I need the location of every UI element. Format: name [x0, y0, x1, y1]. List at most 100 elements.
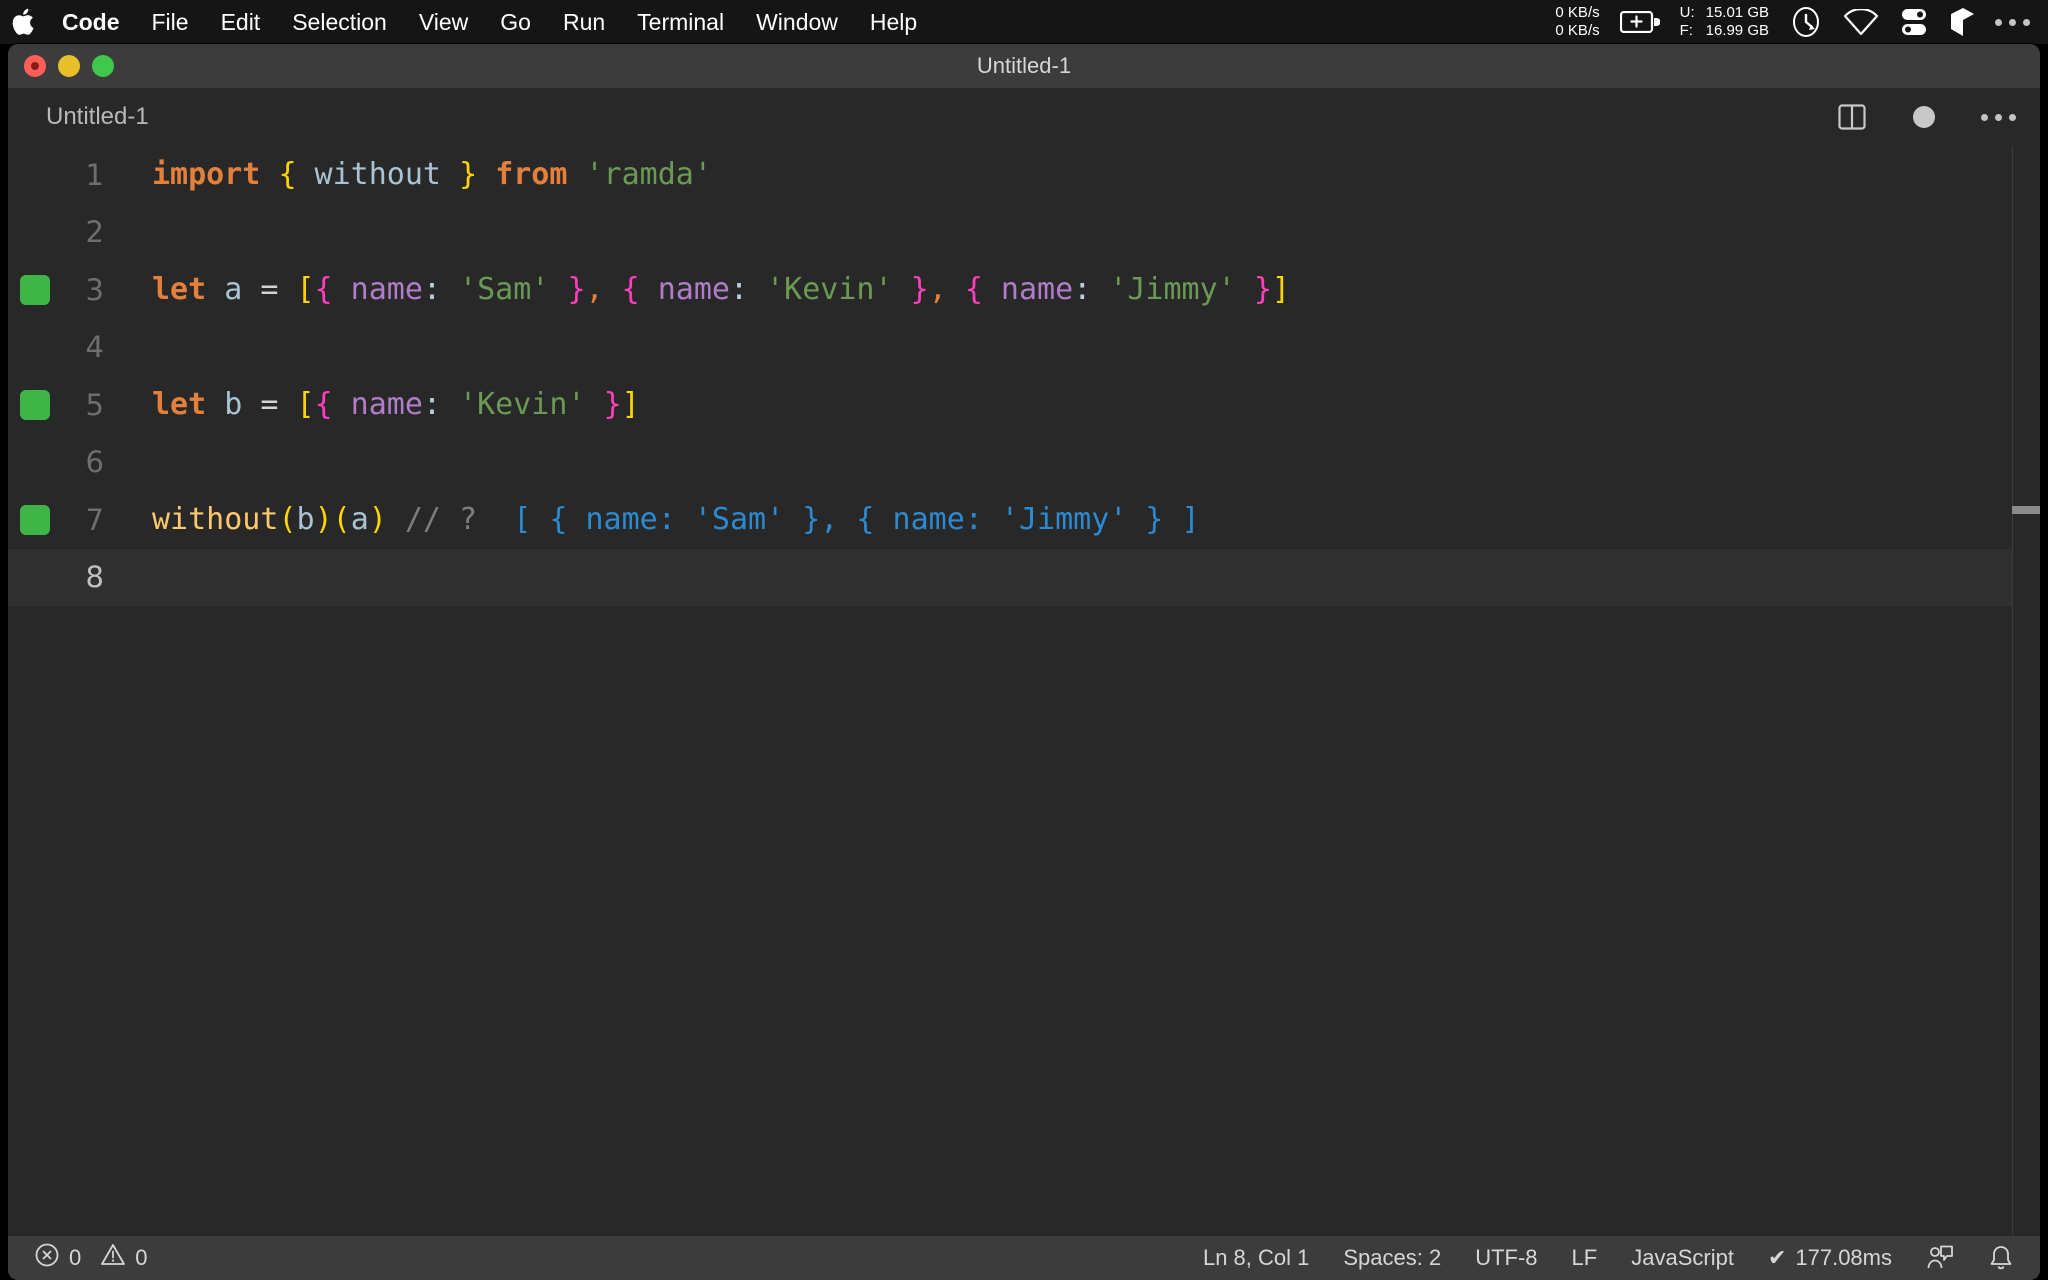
- code-line-1[interactable]: 1 import { without } from 'ramda': [8, 146, 2040, 204]
- quokka-live-marker[interactable]: [20, 389, 50, 420]
- cursor-position-status[interactable]: Ln 8, Col 1: [1203, 1245, 1309, 1271]
- quokka-execution-time: 177.08ms: [1795, 1245, 1892, 1270]
- code-token: b: [296, 502, 315, 538]
- disk-free-label: F:: [1679, 22, 1693, 39]
- gutter-blank: [20, 217, 50, 247]
- problems-status[interactable]: 0 0: [34, 1242, 148, 1274]
- close-button[interactable]: [24, 55, 46, 77]
- vscode-window: Untitled-1 Untitled-1 1 import { without …: [8, 44, 2040, 1280]
- code-line-8[interactable]: 8: [8, 548, 2040, 606]
- code-token: without: [152, 502, 279, 538]
- code-line-4[interactable]: 4: [8, 319, 2040, 377]
- maximize-button[interactable]: [92, 55, 114, 77]
- code-token: }: [603, 387, 622, 423]
- menu-item-run[interactable]: Run: [547, 0, 621, 44]
- menu-bar-items: Code File Edit Selection View Go Run Ter…: [0, 0, 933, 44]
- code-token: 'ramda': [585, 157, 712, 193]
- code-token: {: [621, 272, 640, 308]
- menu-item-view[interactable]: View: [403, 0, 484, 44]
- code-token: (: [332, 502, 351, 538]
- code-token: :: [422, 387, 441, 423]
- warning-triangle-icon: [100, 1242, 126, 1274]
- code-token: [: [296, 387, 315, 423]
- feedback-person-icon[interactable]: [1926, 1244, 1954, 1272]
- menu-item-terminal[interactable]: Terminal: [621, 0, 740, 44]
- code-line-2[interactable]: 2: [8, 204, 2040, 262]
- code-line-6[interactable]: 6: [8, 434, 2040, 492]
- code-token: [ { name: 'Sam' }, { name: 'Jimmy' } ]: [477, 502, 1200, 538]
- line-content[interactable]: let b = [{ name: 'Kevin' }]: [130, 387, 640, 422]
- scrollbar-thumb[interactable]: [2012, 506, 2040, 514]
- bell-icon[interactable]: [1988, 1244, 2014, 1272]
- quokka-live-marker[interactable]: [20, 504, 50, 535]
- menu-item-code[interactable]: Code: [46, 0, 136, 44]
- line-content[interactable]: import { without } from 'ramda': [130, 157, 712, 192]
- code-token: ,: [928, 272, 947, 308]
- editor-overview-ruler[interactable]: [2012, 146, 2040, 1236]
- apple-logo-icon[interactable]: [0, 7, 46, 37]
- ellipsis-icon[interactable]: [1995, 18, 2030, 26]
- menu-item-edit[interactable]: Edit: [205, 0, 277, 44]
- eol-status[interactable]: LF: [1572, 1245, 1598, 1271]
- code-token: name: [332, 272, 423, 308]
- code-token: }: [459, 157, 478, 193]
- indentation-status[interactable]: Spaces: 2: [1343, 1245, 1441, 1271]
- code-editor[interactable]: 1 import { without } from 'ramda' 2 3 let a …: [8, 146, 2040, 1236]
- menu-item-window[interactable]: Window: [740, 0, 854, 44]
- encoding-status[interactable]: UTF-8: [1475, 1245, 1537, 1271]
- network-speed-indicator[interactable]: 0 KB/s 0 KB/s: [1555, 4, 1599, 40]
- menu-item-file[interactable]: File: [136, 0, 205, 44]
- unsaved-dot-icon[interactable]: [1913, 106, 1935, 128]
- code-token: ): [368, 502, 387, 538]
- code-token: b: [206, 387, 261, 423]
- code-token: ,: [585, 272, 604, 308]
- quokka-live-marker[interactable]: [20, 274, 50, 305]
- code-token: }: [910, 272, 929, 308]
- code-token: 'Sam': [441, 272, 568, 308]
- gutter-blank: [20, 562, 50, 592]
- code-token: name: [639, 272, 730, 308]
- code-token: 'Kevin': [441, 387, 604, 423]
- code-token: :: [730, 272, 749, 308]
- menu-item-go[interactable]: Go: [484, 0, 547, 44]
- editor-actions: [1837, 88, 2016, 146]
- clock-icon[interactable]: [1789, 5, 1823, 39]
- menu-item-selection[interactable]: Selection: [276, 0, 403, 44]
- code-line-3[interactable]: 3 let a = [{ name: 'Sam' }, { name: 'Kevi…: [8, 261, 2040, 319]
- quokka-status[interactable]: ✔ 177.08ms: [1768, 1245, 1892, 1271]
- window-controls: [24, 44, 114, 88]
- language-mode-status[interactable]: JavaScript: [1631, 1245, 1734, 1271]
- code-token: import: [152, 157, 261, 193]
- tab-untitled-1[interactable]: Untitled-1: [46, 103, 149, 131]
- code-line-7[interactable]: 7 without(b)(a) // ? [ { name: 'Sam' }, {…: [8, 491, 2040, 549]
- editor-tab-bar: Untitled-1: [8, 88, 2040, 146]
- code-line-5[interactable]: 5 let b = [{ name: 'Kevin' }]: [8, 376, 2040, 434]
- warning-count: 0: [135, 1245, 148, 1270]
- battery-charging-icon[interactable]: [1619, 11, 1660, 33]
- disk-used-value: 15.01 GB: [1705, 4, 1769, 21]
- code-token: {: [964, 272, 983, 308]
- status-bar-right: Ln 8, Col 1 Spaces: 2 UTF-8 LF JavaScrip…: [1203, 1244, 2040, 1272]
- disk-usage-indicator[interactable]: U: F: 15.01 GB 16.99 GB: [1680, 4, 1769, 40]
- line-content[interactable]: without(b)(a) // ? [ { name: 'Sam' }, { …: [130, 502, 1200, 537]
- window-title-bar: Untitled-1: [8, 44, 2040, 88]
- check-icon: ✔: [1767, 1245, 1787, 1270]
- menu-item-help[interactable]: Help: [854, 0, 933, 44]
- minimize-button[interactable]: [58, 55, 80, 77]
- wifi-icon[interactable]: [1843, 9, 1879, 35]
- code-token: }: [1253, 272, 1272, 308]
- dropbox-icon[interactable]: [1949, 7, 1975, 37]
- editor-more-actions-icon[interactable]: [1981, 113, 2016, 121]
- unsaved-indicator-dot: [31, 62, 39, 70]
- code-token: {: [314, 387, 333, 423]
- code-token: ): [314, 502, 333, 538]
- line-content[interactable]: let a = [{ name: 'Sam' }, { name: 'Kevin…: [130, 272, 1290, 307]
- code-token: ]: [1271, 272, 1290, 308]
- split-editor-icon[interactable]: [1837, 102, 1867, 132]
- window-title: Untitled-1: [976, 53, 1072, 78]
- control-center-icon[interactable]: [1899, 7, 1929, 37]
